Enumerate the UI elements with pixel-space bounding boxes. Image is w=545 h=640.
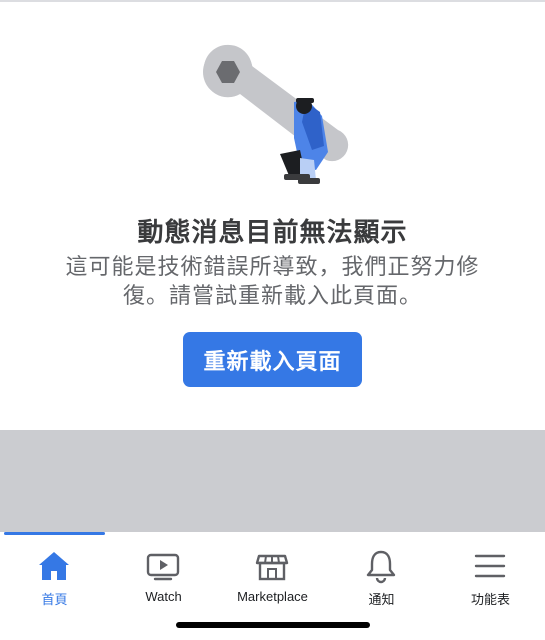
active-tab-indicator — [4, 532, 105, 535]
tab-notifications-label: 通知 — [368, 592, 395, 607]
home-icon — [36, 548, 72, 584]
error-title: 動態消息目前無法顯示 — [137, 218, 408, 248]
tab-watch[interactable]: Watch — [109, 542, 218, 608]
tab-notifications[interactable]: 通知 — [327, 542, 436, 608]
reload-page-button[interactable]: 重新載入頁面 — [183, 332, 362, 387]
tab-watch-label: Watch — [145, 589, 182, 604]
wrench-worker-illustration — [196, 42, 356, 192]
error-message: 這可能是技術錯誤所導致，我們正努力修復。請嘗試重新載入此頁面。 — [65, 255, 480, 309]
marketplace-icon — [254, 548, 290, 584]
menu-icon — [472, 548, 508, 584]
tab-home-label: 首頁 — [41, 592, 68, 607]
tab-menu[interactable]: 功能表 — [436, 542, 545, 608]
feed-error-panel: 動態消息目前無法顯示 這可能是技術錯誤所導致，我們正努力修復。請嘗試重新載入此頁… — [0, 2, 545, 430]
empty-feed-area — [0, 430, 545, 532]
tab-home[interactable]: 首頁 — [0, 542, 109, 608]
tab-menu-label: 功能表 — [470, 592, 510, 607]
watch-icon — [145, 548, 181, 584]
home-indicator-bar[interactable] — [176, 622, 370, 628]
bell-icon — [363, 548, 399, 584]
tab-marketplace-label: Marketplace — [237, 589, 308, 604]
tab-marketplace[interactable]: Marketplace — [218, 542, 327, 608]
bottom-tab-bar: 首頁 Watch Marketplace 通知 功能表 — [0, 532, 545, 640]
